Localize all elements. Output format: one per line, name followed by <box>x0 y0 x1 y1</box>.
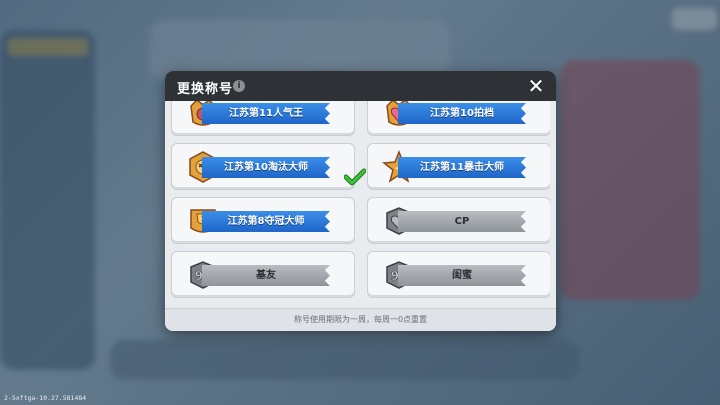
title-label: 基友 <box>202 265 330 286</box>
change-title-dialog: 更换称号 i ✕ 江苏第11人气王 江苏第10拍档 江苏第10淘汰大师 江苏第1… <box>165 71 556 331</box>
title-card[interactable]: 江苏第11暴击大师 <box>367 143 550 190</box>
title-card[interactable]: 99 闺蜜 <box>367 251 550 298</box>
title-card[interactable]: CP <box>367 197 550 244</box>
title-list[interactable]: 江苏第11人气王 江苏第10拍档 江苏第10淘汰大师 江苏第11暴击大师 江苏第… <box>171 101 550 309</box>
title-card[interactable]: 99 基友 <box>171 251 355 298</box>
dialog-header: 更换称号 i ✕ <box>165 71 556 101</box>
title-card[interactable]: 江苏第11人气王 <box>171 101 355 136</box>
title-card[interactable]: 江苏第10拍档 <box>367 101 550 136</box>
title-label: CP <box>398 211 526 232</box>
title-card[interactable]: 1 江苏第8夺冠大师 <box>171 197 355 244</box>
title-label: 闺蜜 <box>398 265 526 286</box>
checkmark-icon <box>344 168 366 186</box>
title-card-selected[interactable]: 江苏第10淘汰大师 <box>171 143 366 190</box>
title-label: 江苏第10淘汰大师 <box>202 157 330 178</box>
version-string: 2-5xftga-10.27.581484 <box>4 394 87 402</box>
title-label: 江苏第11暴击大师 <box>398 157 526 178</box>
close-button[interactable]: ✕ <box>526 76 546 96</box>
dialog-footer-note: 称号使用期限为一周，每周一0点重置 <box>165 308 556 331</box>
title-label: 江苏第10拍档 <box>398 103 526 124</box>
title-label: 江苏第8夺冠大师 <box>202 211 330 232</box>
title-label: 江苏第11人气王 <box>202 103 330 124</box>
info-icon[interactable]: i <box>233 80 245 92</box>
dialog-title: 更换称号 <box>177 82 234 97</box>
